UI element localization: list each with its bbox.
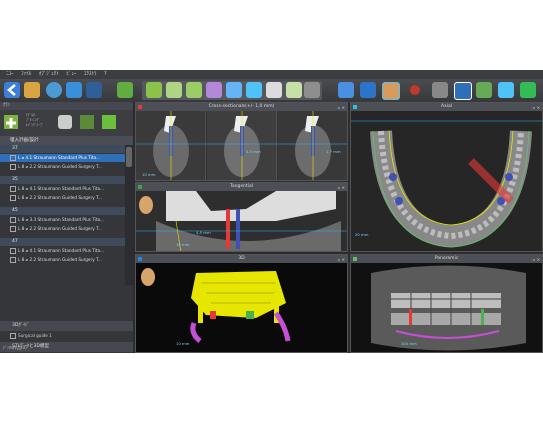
checkbox[interactable] <box>10 164 16 170</box>
cube-icon[interactable] <box>66 82 82 98</box>
application-window: ﾆﾕｰ ﾌｧｲﾙ ｵﾌﾞｼﾞｪｸﾄ ﾋﾞｭｰ ｴｸｽﾄﾗ ? ｸﾗﾝ ﾓﾃﾞﾙ/… <box>0 70 543 353</box>
layers-icon[interactable] <box>46 82 62 98</box>
check-tool-icon[interactable] <box>80 115 94 129</box>
scale-label: 10 mm <box>176 242 190 247</box>
axial-view[interactable]: Axial ▫ ✕ 20 mm <box>350 102 543 252</box>
status-text: ﾃﾞﾝﾀﾙ作品(0) <box>3 345 27 350</box>
scale-label: 100 mm <box>401 341 417 346</box>
list-item[interactable]: L 8 ⌀ 2.2 Straumann Guided Surgery T... <box>0 225 125 233</box>
nerve-icon[interactable] <box>246 82 262 98</box>
tangential-slice <box>136 191 347 251</box>
main-toolbar <box>0 79 543 102</box>
checkbox[interactable] <box>10 333 16 339</box>
list-item[interactable]: L 8 ⌀ 4.1 Straumann Standard Plus Tita..… <box>0 185 125 193</box>
screenshot-icon[interactable] <box>266 82 282 98</box>
scale-label: 4,5 mm <box>246 149 261 154</box>
crown-icon[interactable] <box>206 82 222 98</box>
implant-group-45[interactable]: 45 <box>0 207 125 215</box>
menu-item[interactable]: ﾋﾞｭｰ <box>66 71 76 77</box>
cylinder-icon[interactable] <box>226 82 242 98</box>
menu-item[interactable]: ﾆﾕｰ <box>6 71 14 77</box>
cylinder-tool-icon[interactable] <box>58 115 72 129</box>
face-icon[interactable] <box>382 82 400 100</box>
select-icon[interactable] <box>360 82 376 98</box>
panoramic-view[interactable]: Panoramic ▫ ✕ 100 mm <box>350 254 543 353</box>
tangential-view[interactable]: Tangential ▫ ✕ 10 mm 4,5 mm <box>135 182 348 252</box>
menu-bar: ﾆﾕｰ ﾌｧｲﾙ ｵﾌﾞｼﾞｪｸﾄ ﾋﾞｭｰ ｴｸｽﾄﾗ ? <box>0 70 543 79</box>
color-icon[interactable] <box>410 85 420 95</box>
viewport-title: Axial ▫ ✕ <box>351 103 542 111</box>
panel-sub-labels: ﾓﾃﾞﾙ/ﾄ ﾌﾟﾗﾝﾆﾝｸﾞ ﾎｿﾞﾝｸﾞﾙｰﾌﾟ <box>26 113 44 127</box>
viewport-title: Cross-sectionals(+/- 1,0 mm) ▫ ✕ <box>136 103 347 111</box>
list-item[interactable]: L 8 ⌀ 2.2 Straumann Guided Surgery T... <box>0 194 125 202</box>
panoramic-image <box>351 263 542 352</box>
list-item[interactable]: L ⌀ 4.1 Straumann Standard Plus Tita... <box>0 154 125 162</box>
sleeve-icon[interactable] <box>186 82 202 98</box>
planning-tool-group <box>142 81 322 100</box>
ct-slices <box>136 111 347 180</box>
panel-title: ｸﾗﾝ <box>0 102 133 110</box>
cross-sectional-view[interactable]: Cross-sectionals(+/- 1,0 mm) ▫ ✕ 10 mm 4… <box>135 102 348 181</box>
implant-group-35[interactable]: 35 <box>0 176 125 184</box>
tooth-icon[interactable] <box>117 82 133 98</box>
viewport-title: Panoramic ▫ ✕ <box>351 255 542 263</box>
viewport-title: Tangential ▫ ✕ <box>136 183 347 191</box>
undo-icon[interactable] <box>476 82 492 98</box>
menu-item[interactable]: ｴｸｽﾄﾗ <box>84 71 97 77</box>
planning-panel: ｸﾗﾝ ﾓﾃﾞﾙ/ﾄ ﾌﾟﾗﾝﾆﾝｸﾞ ﾎｿﾞﾝｸﾞﾙｰﾌﾟ 埋入計画/設計 3… <box>0 102 133 353</box>
list-item[interactable]: L 8 ⌀ 4.1 Straumann Standard Plus Tita..… <box>0 247 125 255</box>
viewport-title: 3D ▫ ✕ <box>136 255 347 263</box>
checkbox[interactable] <box>10 226 16 232</box>
implant-group-37[interactable]: 37 <box>0 145 125 153</box>
checkbox[interactable] <box>10 195 16 201</box>
scan-icon[interactable] <box>286 82 302 98</box>
add-icon[interactable] <box>4 115 18 129</box>
extra-tool-icon[interactable] <box>520 82 536 98</box>
list-item[interactable]: L 8 ⌀ 3.3 Straumann Standard Plus Tita..… <box>0 216 125 224</box>
3d-view[interactable]: 3D ▫ ✕ 10 mm <box>135 254 348 353</box>
redo-icon[interactable] <box>498 82 514 98</box>
scale-label: 10 mm <box>142 172 156 177</box>
scale-label: 1,7 mm <box>326 149 341 154</box>
menu-item[interactable]: ﾌｧｲﾙ <box>21 71 31 77</box>
panel-scrollbar[interactable] <box>125 145 133 285</box>
cross-tool-icon[interactable] <box>102 115 116 129</box>
menu-item[interactable]: ｵﾌﾞｼﾞｪｸﾄ <box>39 71 59 77</box>
back-icon[interactable] <box>4 82 20 98</box>
list-item[interactable]: Surgical guide 1 <box>0 332 133 340</box>
face-orientation-icon <box>139 196 153 214</box>
view-icon[interactable] <box>86 82 102 98</box>
menu-item[interactable]: ? <box>104 71 107 77</box>
scale-label: 20 mm <box>355 232 369 237</box>
scale-label: 4,5 mm <box>196 230 211 235</box>
implant-add-icon[interactable] <box>146 82 162 98</box>
checkbox[interactable] <box>10 155 16 161</box>
section-implant-plan[interactable]: 埋入計画/設計 <box>0 136 133 145</box>
checkbox[interactable] <box>10 248 16 254</box>
checkbox[interactable] <box>10 257 16 263</box>
measure-icon[interactable] <box>304 82 320 98</box>
implant-group-47[interactable]: 47 <box>0 238 125 246</box>
active-view-icon[interactable] <box>454 82 472 100</box>
scale-label: 10 mm <box>176 341 190 346</box>
zoom-icon[interactable] <box>432 82 448 98</box>
implant-move-icon[interactable] <box>166 82 182 98</box>
open-folder-icon[interactable] <box>24 82 40 98</box>
3d-model <box>136 263 347 352</box>
axial-slice <box>351 111 542 251</box>
list-item[interactable]: L 8 ⌀ 2.2 Straumann Guided Surgery T... <box>0 163 125 171</box>
checkbox[interactable] <box>10 186 16 192</box>
checkbox[interactable] <box>10 217 16 223</box>
panel-toolbar: ﾓﾃﾞﾙ/ﾄ ﾌﾟﾗﾝﾆﾝｸﾞ ﾎｿﾞﾝｸﾞﾙｰﾌﾟ <box>0 110 133 136</box>
list-item[interactable]: L 8 ⌀ 2.2 Straumann Guided Surgery T... <box>0 256 125 264</box>
cut-icon[interactable] <box>338 82 354 98</box>
face-orientation-icon <box>141 268 155 286</box>
section-3d-guide[interactable]: 3Dｶﾞｲﾄﾞ <box>0 321 133 331</box>
